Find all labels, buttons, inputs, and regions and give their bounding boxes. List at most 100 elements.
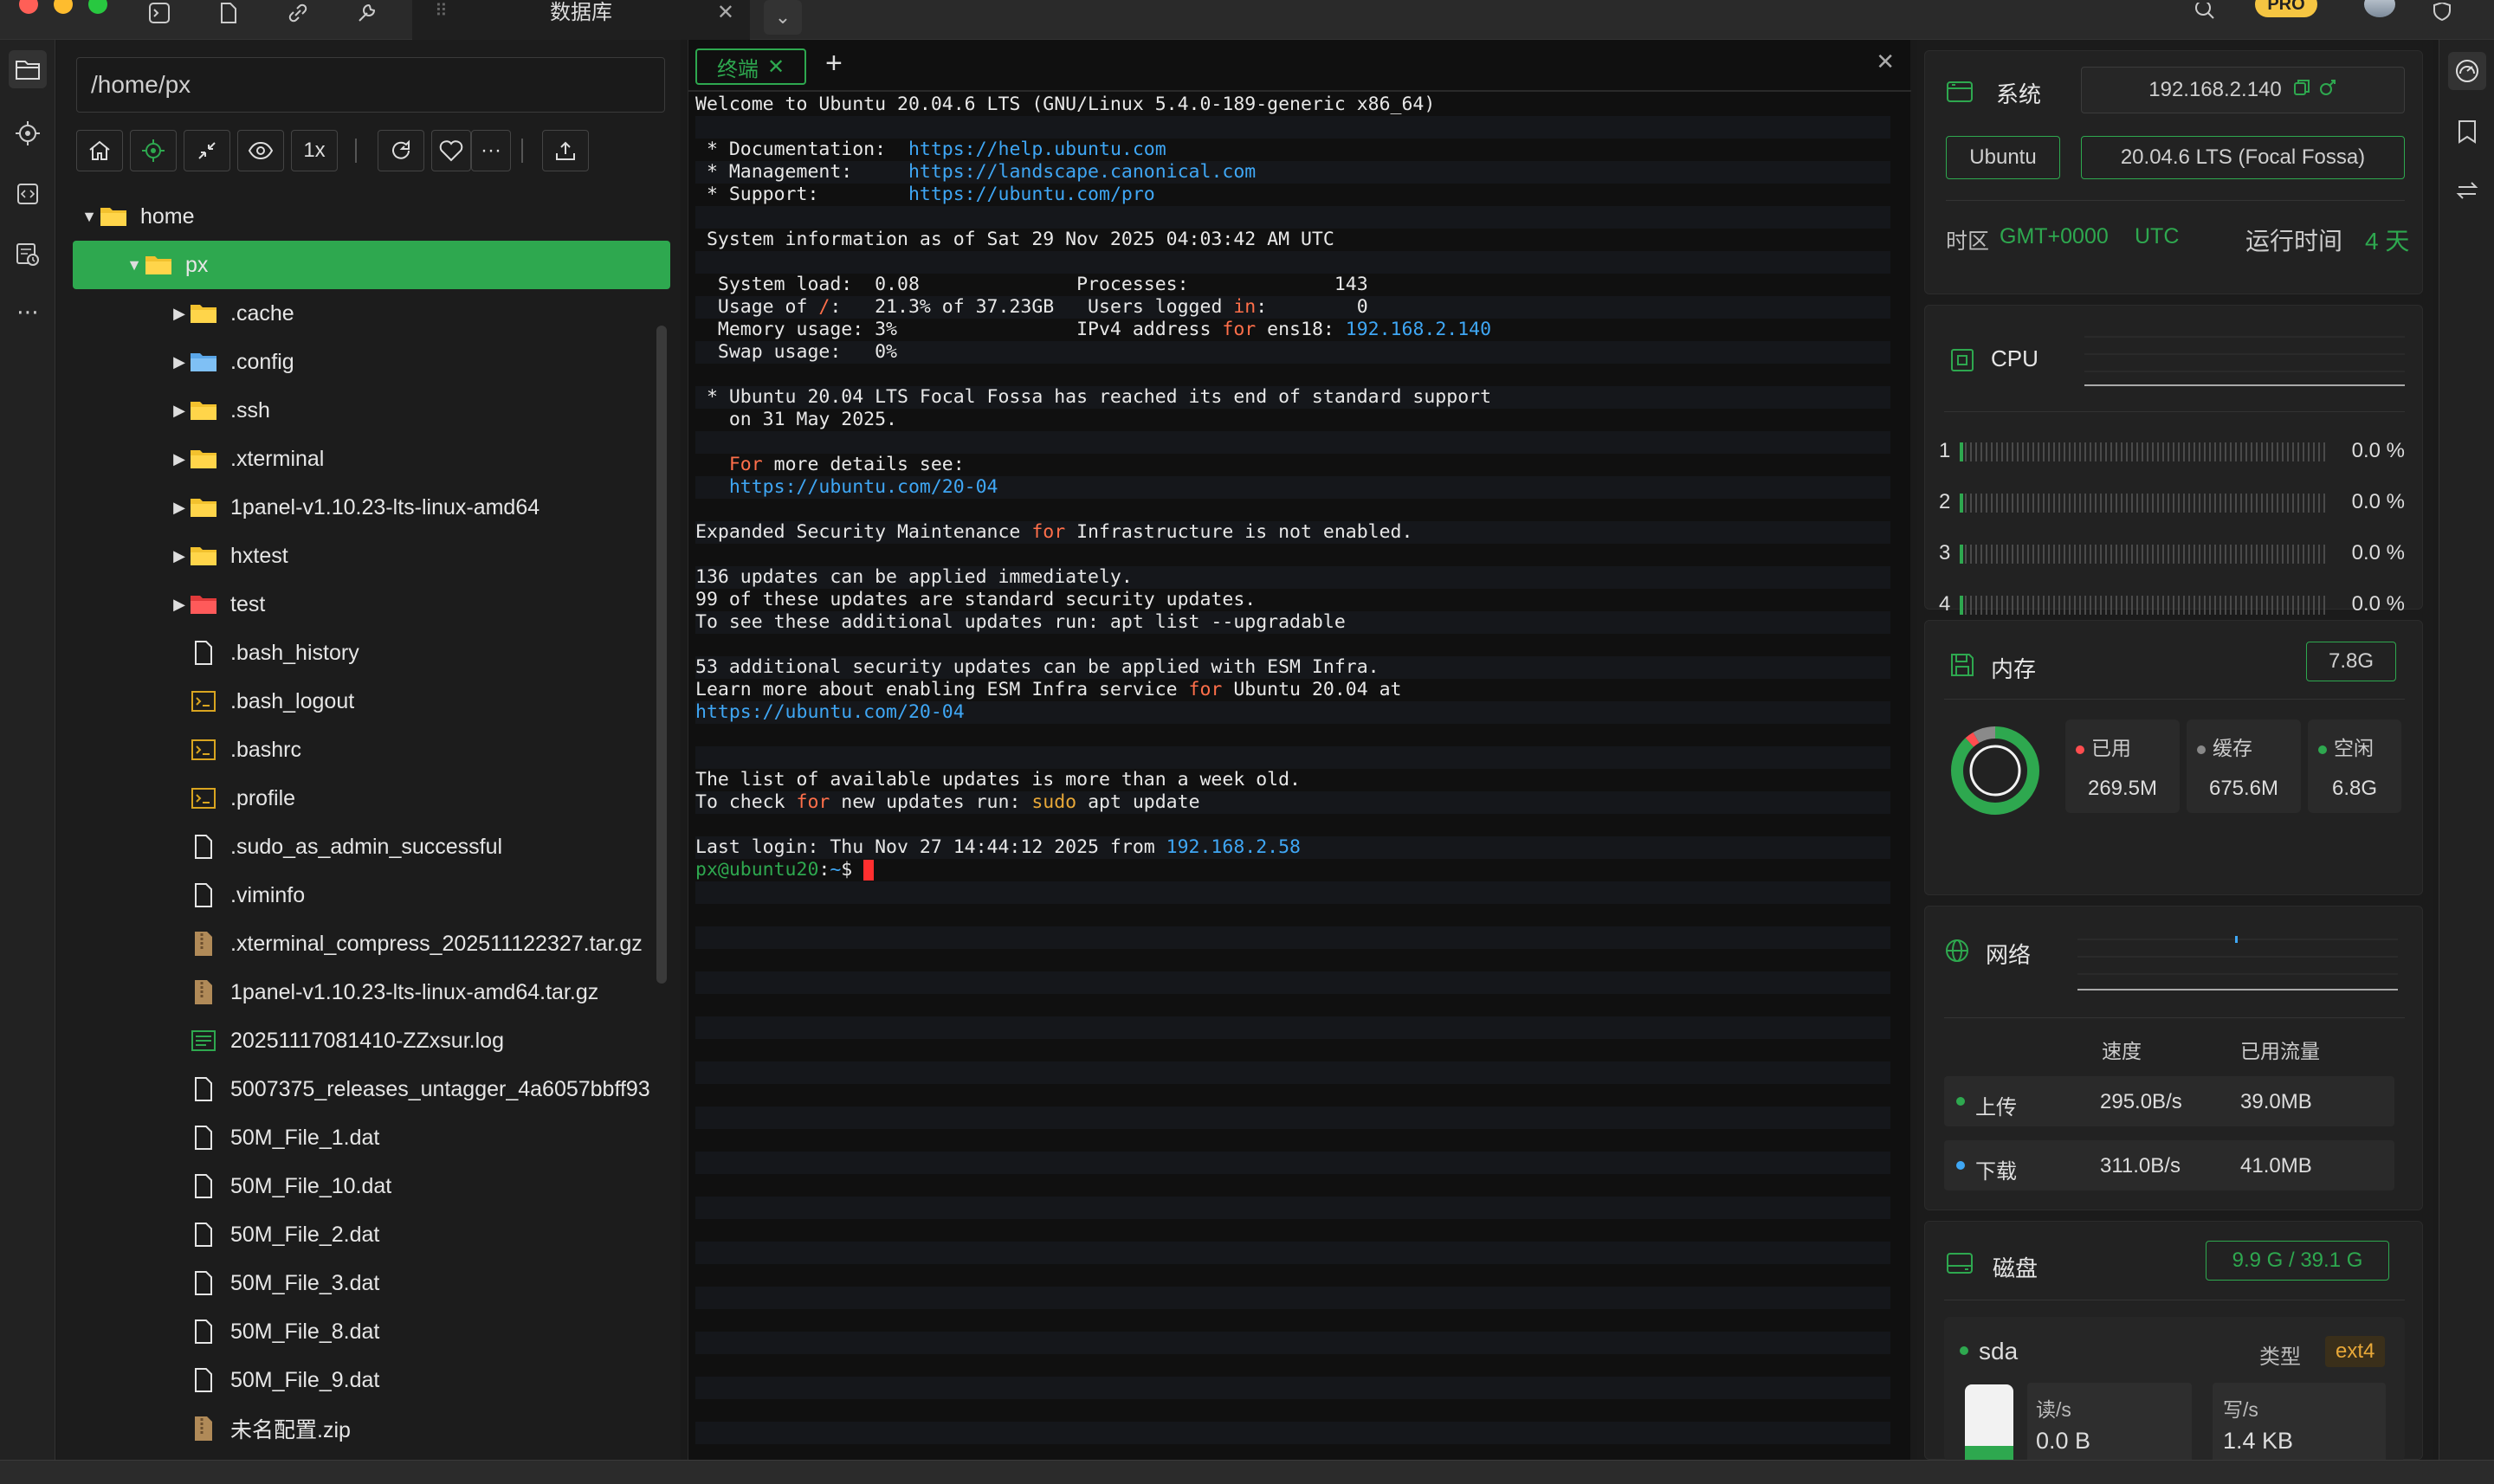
toggle-hidden-button[interactable]	[237, 130, 284, 171]
tree-item[interactable]: .xterminal_compress_202511122327.tar.gz	[73, 919, 670, 968]
drag-handle-icon[interactable]: ⠿	[435, 0, 448, 22]
file-icon[interactable]	[211, 0, 246, 26]
path-input[interactable]: /home/px	[76, 57, 665, 113]
more-icon[interactable]: ⋯	[9, 293, 47, 331]
tree-item[interactable]: 50M_File_2.dat	[73, 1210, 670, 1259]
link-icon[interactable]	[281, 0, 315, 26]
caret-right-icon[interactable]: ▶	[170, 450, 189, 468]
tree-item[interactable]: 50M_File_9.dat	[73, 1356, 670, 1404]
external-link-icon[interactable]	[2318, 78, 2337, 103]
tree-item[interactable]: .sudo_as_admin_successful	[73, 823, 670, 871]
tree-item[interactable]: 50M_File_10.dat	[73, 1162, 670, 1210]
caret-right-icon[interactable]: ▶	[170, 305, 189, 323]
tree-item-label: 50M_File_8.dat	[230, 1319, 380, 1344]
file-browser: /home/px 1x ··· ▼ home ▼ px ▶ .cache ▶ .config ▶…	[57, 40, 681, 1460]
tree-item[interactable]: .bashrc	[73, 726, 670, 774]
caret-right-icon[interactable]: ▶	[170, 353, 189, 371]
upload-speed: 295.0B/s	[2100, 1090, 2182, 1113]
home-button[interactable]	[76, 130, 123, 171]
tree-item[interactable]: 5007375_releases_untagger_4a6057bbff93	[73, 1065, 670, 1113]
terminal-line: px@ubuntu20:~$	[695, 859, 1890, 881]
tab-database[interactable]: ⠿ 数据库 ✕	[412, 0, 750, 40]
tree-item[interactable]: ▶ .config	[73, 338, 670, 386]
terminal-line: 99 of these updates are standard securit…	[695, 589, 1890, 611]
maximize-window-button[interactable]	[88, 0, 107, 14]
terminal-segment	[695, 454, 729, 475]
tree-item[interactable]: ▶ test	[73, 580, 670, 629]
terminal-panel: 终端 ✕ + ✕ Welcome to Ubuntu 20.04.6 LTS (…	[688, 40, 1911, 1460]
tab-terminal-close-icon[interactable]: ✕	[767, 55, 785, 80]
shield-icon[interactable]	[2425, 0, 2459, 26]
tree-item[interactable]: 20251117081410-ZZxsur.log	[73, 1016, 670, 1065]
history-icon[interactable]	[9, 236, 47, 274]
memory-used-label: 已用	[2076, 732, 2131, 761]
tree-item[interactable]: 50M_File_1.dat	[73, 1113, 670, 1162]
terminal-segment: in	[1233, 296, 1257, 318]
transfer-icon[interactable]	[2448, 171, 2486, 210]
terminal-line: System load: 0.08 Processes: 143	[695, 274, 1890, 296]
tree-item[interactable]: ▶ hxtest	[73, 532, 670, 580]
close-terminal-button[interactable]: ✕	[1876, 48, 1895, 75]
search-icon[interactable]	[2187, 0, 2222, 26]
dashboard-icon[interactable]	[2448, 52, 2486, 90]
bookmark-icon[interactable]	[2448, 113, 2486, 151]
tab-close-icon[interactable]: ✕	[717, 0, 734, 25]
tree-item[interactable]: 50M_File_3.dat	[73, 1259, 670, 1307]
tree-item[interactable]: .bash_history	[73, 629, 670, 677]
more-actions-button[interactable]: ···	[471, 130, 511, 171]
pro-badge[interactable]: PRO	[2255, 0, 2317, 17]
terminal-line: https://ubuntu.com/20-04	[695, 701, 1890, 724]
caret-right-icon[interactable]: ▶	[170, 596, 189, 614]
memory-free-box: 空闲 6.8G	[2308, 719, 2401, 813]
tree-item[interactable]: ▶ .ssh	[73, 386, 670, 435]
tree-item[interactable]: 未名配置.zip	[73, 1404, 670, 1453]
avatar[interactable]	[2364, 0, 2395, 17]
tree-item[interactable]: ▶ .cache	[73, 289, 670, 338]
tree-item[interactable]: .profile	[73, 774, 670, 823]
terminal-line: Welcome to Ubuntu 20.04.6 LTS (GNU/Linux…	[695, 94, 1890, 116]
tree-item[interactable]: ▶ 1panel-v1.10.23-lts-linux-amd64	[73, 483, 670, 532]
caret-down-icon[interactable]: ▼	[125, 256, 144, 274]
caret-right-icon[interactable]: ▶	[170, 402, 189, 420]
tree-item[interactable]: ▶ .xterminal	[73, 435, 670, 483]
favorite-button[interactable]	[431, 130, 471, 171]
tab-list-button[interactable]: ⌄	[764, 0, 802, 35]
copy-icon[interactable]	[2292, 78, 2311, 103]
tree-item[interactable]: .viminfo	[73, 871, 670, 919]
cpu-core-value: 0.0 %	[2351, 439, 2405, 462]
disk-read-value: 0.0 B	[2036, 1428, 2091, 1454]
terminal-text: Welcome to Ubuntu 20.04.6 LTS (GNU/Linux…	[695, 94, 1890, 881]
code-icon[interactable]	[9, 175, 47, 213]
upload-button[interactable]	[542, 130, 589, 171]
tree-item[interactable]: .bash_logout	[73, 677, 670, 726]
download-label: 下载	[1975, 1160, 2017, 1184]
terminal-segment: Usage of	[695, 296, 819, 318]
terminal-output[interactable]: Welcome to Ubuntu 20.04.6 LTS (GNU/Linux…	[695, 94, 1890, 1453]
caret-right-icon[interactable]: ▶	[170, 547, 189, 565]
ip-address-field[interactable]: 192.168.2.140	[2081, 67, 2405, 113]
terminal-segment: https://ubuntu.com/pro	[908, 184, 1155, 205]
wrench-icon[interactable]	[350, 0, 384, 26]
terminal-icon[interactable]	[142, 0, 177, 26]
collapse-button[interactable]	[184, 130, 230, 171]
zoom-button[interactable]: 1x	[291, 130, 338, 171]
file-tree-scrollbar[interactable]	[656, 326, 667, 984]
caret-down-icon[interactable]: ▼	[80, 208, 99, 226]
close-window-button[interactable]	[19, 0, 38, 14]
tab-terminal[interactable]: 终端 ✕	[695, 48, 806, 85]
tree-item[interactable]: 50M_File_8.dat	[73, 1307, 670, 1356]
new-terminal-button[interactable]: +	[825, 47, 843, 81]
crosshair-icon[interactable]	[9, 114, 47, 152]
refresh-button[interactable]	[378, 130, 424, 171]
caret-right-icon[interactable]: ▶	[170, 499, 189, 517]
speed-header: 速度	[2102, 1040, 2142, 1062]
minimize-window-button[interactable]	[54, 0, 73, 14]
folder-panel-icon[interactable]	[9, 50, 47, 88]
terminal-segment: on 31 May 2025.	[695, 409, 897, 430]
tree-item[interactable]: ▼ home	[73, 192, 670, 241]
locate-button[interactable]	[130, 130, 177, 171]
tree-item[interactable]: 1panel-v1.10.23-lts-linux-amd64.tar.gz	[73, 968, 670, 1016]
tree-item[interactable]: ▼ px	[73, 241, 670, 289]
memory-cache-label-text: 缓存	[2213, 737, 2252, 759]
